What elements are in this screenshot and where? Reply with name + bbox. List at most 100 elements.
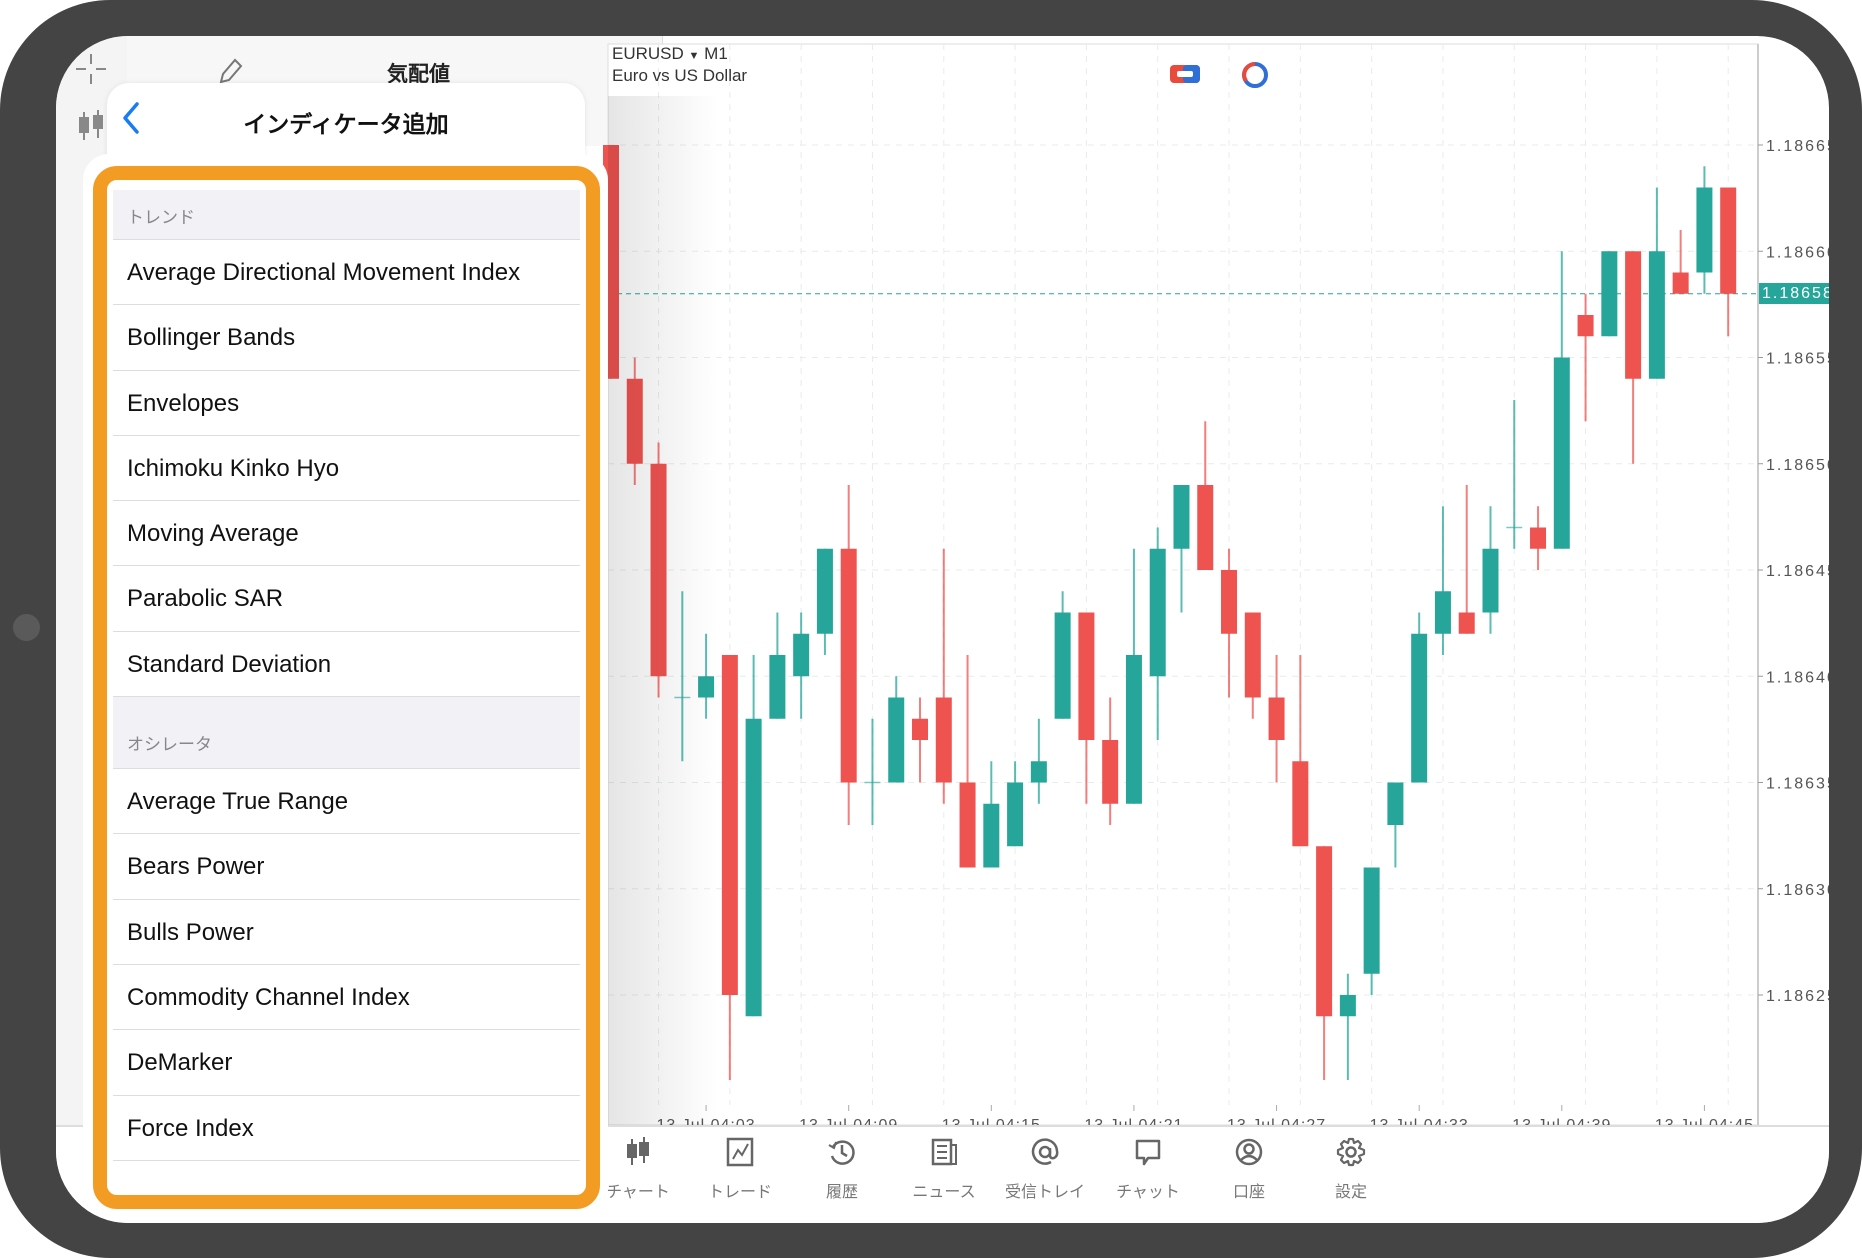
indicator-list-item[interactable]: Bulls Power [113, 899, 580, 965]
section-header: オシレータ [113, 697, 580, 770]
tab-label: チャット [1116, 1184, 1180, 1201]
candle-body [1030, 761, 1047, 783]
chat-icon [1135, 1139, 1161, 1166]
indicator-list-item[interactable]: Force Index [113, 1095, 580, 1161]
candle-body [816, 548, 833, 634]
candle-body [1482, 548, 1499, 613]
tab-label: トレード [707, 1184, 772, 1201]
indicator-list-item[interactable]: Envelopes [113, 370, 580, 436]
symbol-name[interactable]: EURUSD [612, 44, 684, 63]
candle-body [1601, 251, 1618, 337]
tab-account[interactable]: 口座 [1199, 1137, 1299, 1202]
tab-trade-chart[interactable]: トレード [690, 1137, 790, 1202]
candle-body [1149, 548, 1166, 677]
tab-chat[interactable]: チャット [1098, 1137, 1198, 1202]
indicator-list-item[interactable]: Commodity Channel Index [113, 964, 580, 1031]
candle-body [1244, 612, 1261, 698]
trade-signal-icon[interactable] [1240, 60, 1270, 90]
indicator-list-item[interactable]: Bears Power [113, 834, 580, 900]
x-tick-label: 13 Jul 04:45 [1655, 1117, 1754, 1125]
candle-body [1268, 697, 1285, 740]
y-tick-label: 1.18625 [1766, 988, 1829, 1005]
candle-body [1102, 740, 1119, 804]
tab-news[interactable]: ニュース [894, 1137, 994, 1202]
candle-body [1054, 612, 1071, 719]
tab-label: 履歴 [825, 1184, 858, 1201]
modal-title: インディケータ追加 [243, 111, 449, 137]
candlestick-icon [627, 1137, 649, 1165]
tab-label: 受信トレイ [1004, 1184, 1085, 1201]
y-tick-label: 1.18630 [1766, 882, 1829, 899]
candle-body [1672, 272, 1689, 294]
candle-body [721, 655, 738, 995]
symbol-description: Euro vs US Dollar [612, 66, 748, 85]
candle-body [1434, 591, 1451, 634]
highlight-frame: トレンド Average Directional Movement Index Bo… [93, 166, 600, 1209]
candle-body [840, 548, 857, 783]
indicator-list-item[interactable]: Average True Range [113, 769, 580, 835]
at-icon [1031, 1138, 1059, 1165]
candle-body [1078, 612, 1095, 740]
candle-body [745, 718, 762, 1017]
home-indicator [13, 614, 40, 641]
indicator-list-item[interactable]: Parabolic SAR [113, 566, 580, 632]
y-tick-label: 1.18635 [1766, 776, 1829, 793]
tab-label: ニュース [912, 1184, 976, 1201]
candle-body [1316, 846, 1333, 1017]
candle-body [1339, 995, 1356, 1017]
tab-history[interactable]: 履歴 [792, 1137, 892, 1202]
x-tick-label: 13 Jul 04:21 [1084, 1117, 1183, 1125]
candle-body [1007, 782, 1024, 847]
dropdown-arrow-icon[interactable]: ▼ [689, 50, 700, 62]
candle-body [912, 718, 929, 740]
indicator-list-item[interactable]: Bollinger Bands [113, 305, 580, 371]
app-screen: 気配値 1.186651.186601.186551.186501.186451… [56, 36, 1829, 1223]
section-header: トレンド [113, 190, 580, 240]
indicator-list-item[interactable]: Standard Deviation [113, 631, 580, 698]
chart-symbol[interactable]: EURUSD ▼ M1 [612, 44, 728, 64]
indicator-list-item[interactable]: Ichimoku Kinko Hyo [113, 435, 580, 502]
candle-body [1648, 251, 1665, 379]
y-tick-label: 1.18650 [1766, 457, 1829, 474]
candle-body [1577, 315, 1594, 337]
x-tick-label: 13 Jul 04:03 [656, 1117, 755, 1125]
one-click-trading-icon[interactable] [1169, 62, 1201, 86]
y-tick-label: 1.18645 [1766, 563, 1829, 580]
candle-body [769, 655, 786, 719]
current-price-label: 1.18658 [1759, 283, 1829, 304]
candle-body [1720, 187, 1737, 294]
y-tick-label: 1.18640 [1766, 669, 1829, 686]
x-tick-label: 13 Jul 04:39 [1512, 1117, 1611, 1125]
y-tick-label: 1.18660 [1766, 244, 1829, 261]
tab-gear[interactable]: 設定 [1301, 1137, 1401, 1202]
indicator-list-item[interactable]: Moving Average [113, 501, 580, 567]
candle-body [1530, 527, 1547, 549]
candle-body [626, 378, 643, 464]
news-icon [931, 1138, 957, 1166]
candle-body [1292, 761, 1309, 847]
candle-body [1696, 187, 1713, 273]
candle-body [1625, 251, 1642, 379]
x-tick-label: 13 Jul 04:33 [1370, 1117, 1469, 1125]
candle-body [935, 697, 952, 783]
candle-body [1221, 570, 1238, 634]
candle-body [1197, 485, 1214, 570]
tab-label: 設定 [1334, 1184, 1367, 1201]
x-tick-label: 13 Jul 04:27 [1227, 1117, 1326, 1125]
candle-body [888, 697, 905, 783]
candle-body [959, 782, 976, 868]
y-tick-label: 1.18665 [1766, 138, 1829, 155]
x-tick-label: 13 Jul 04:15 [942, 1117, 1041, 1125]
indicator-list-item[interactable]: DeMarker [113, 1030, 580, 1096]
gear-icon [1336, 1137, 1366, 1167]
timeframe[interactable]: M1 [704, 44, 728, 63]
history-icon [828, 1140, 855, 1165]
y-tick-label: 1.18655 [1766, 351, 1829, 368]
trade-chart-icon [726, 1137, 754, 1167]
candle-body [793, 633, 810, 677]
candle-body [1458, 612, 1475, 634]
indicator-list-item[interactable]: Average Directional Movement Index [113, 240, 580, 306]
tab-label: 口座 [1232, 1184, 1265, 1201]
tab-at[interactable]: 受信トレイ [995, 1137, 1095, 1202]
candle-body [1387, 782, 1404, 825]
